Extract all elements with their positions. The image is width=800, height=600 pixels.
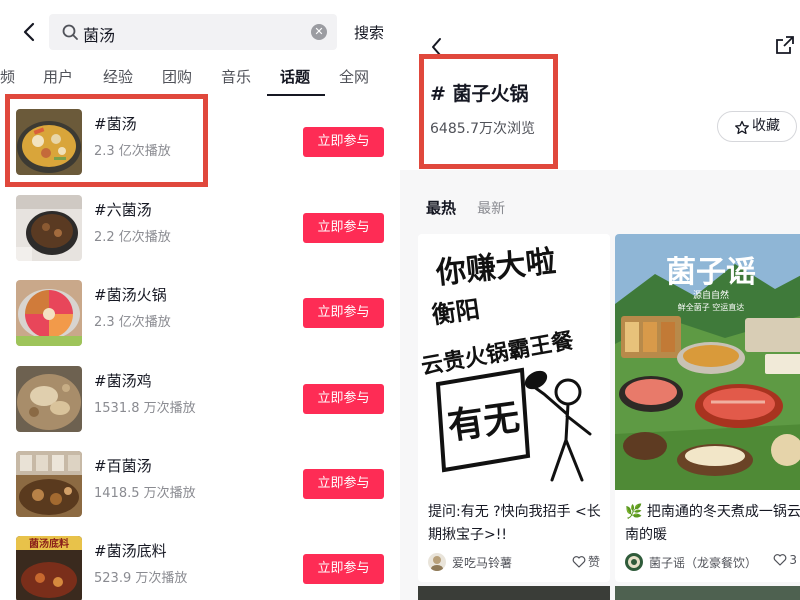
topic-result-item[interactable]: #菌汤火锅 2.3 亿次播放 立即参与: [0, 271, 400, 357]
sort-hot-tab[interactable]: 最热: [426, 199, 456, 217]
join-button[interactable]: 立即参与: [303, 213, 384, 243]
heart-icon: [773, 554, 787, 566]
next-video-card-preview[interactable]: [418, 586, 610, 600]
sort-new-tab[interactable]: 最新: [477, 201, 505, 217]
search-icon: [61, 23, 79, 41]
highlight-box: [419, 54, 558, 169]
topic-thumbnail: 菌汤底料: [16, 536, 82, 600]
topic-title: #菌汤底料: [94, 542, 167, 560]
like-count: 赞: [587, 555, 600, 569]
like-count: 3: [789, 553, 797, 567]
video-cover: 菌子谣 源自自然 鲜全菌子 空运直达: [615, 234, 800, 490]
author-name[interactable]: 菌子谣（龙豪餐饮）: [649, 554, 757, 571]
video-caption: 🌿 把南通的冬天煮成一锅云南的暖: [625, 504, 800, 543]
tab-topics[interactable]: 话题: [280, 66, 310, 87]
topic-thumbnail: [16, 451, 82, 517]
topic-thumbnail: [16, 195, 82, 261]
thumb-label: 菌汤底料: [29, 537, 69, 550]
favorite-label: 收藏: [752, 118, 780, 134]
tab-experience[interactable]: 经验: [103, 66, 133, 87]
highlight-box: [5, 94, 208, 187]
topic-thumbnail: [16, 280, 82, 346]
topic-views: 1418.5 万次播放: [94, 486, 196, 501]
cover-subtitle: 源自自然: [693, 289, 729, 301]
heart-icon: [572, 556, 586, 568]
tab-all-web[interactable]: 全网: [339, 66, 369, 87]
search-results-panel: 菌汤 ✕ 搜索 频 用户 经验 团购 音乐 话题 全网 #菌汤 2.3 亿次播放…: [0, 0, 400, 600]
topic-result-item[interactable]: #菌汤鸡 1531.8 万次播放 立即参与: [0, 357, 400, 443]
search-query: 菌汤: [83, 26, 116, 45]
avatar[interactable]: [428, 553, 446, 571]
topic-title: #菌汤鸡: [94, 372, 152, 390]
tab-group-buy[interactable]: 团购: [162, 66, 192, 87]
topic-header: # 菌子火锅 6485.7万次浏览 收藏: [400, 0, 800, 170]
clear-icon[interactable]: ✕: [311, 24, 327, 40]
search-input[interactable]: 菌汤 ✕: [49, 14, 337, 50]
topic-title: #百菌汤: [94, 457, 152, 475]
tab-video[interactable]: 频: [0, 66, 15, 87]
screen: 菌汤 ✕ 搜索 频 用户 经验 团购 音乐 话题 全网 #菌汤 2.3 亿次播放…: [0, 0, 800, 600]
video-card[interactable]: 菌子谣 源自自然 鲜全菌子 空运直达 🌿 把南通的冬天煮成一锅云南的暖 菌子谣（…: [615, 234, 800, 582]
back-icon[interactable]: [18, 20, 42, 44]
search-bar: 菌汤 ✕ 搜索: [0, 12, 400, 52]
author-name[interactable]: 爱吃马铃薯: [452, 554, 512, 571]
topic-title: #六菌汤: [94, 201, 152, 219]
active-tab-indicator: [267, 94, 325, 96]
tab-users[interactable]: 用户: [43, 66, 73, 87]
author-row: 爱吃马铃薯 赞: [428, 552, 606, 572]
join-button[interactable]: 立即参与: [303, 469, 384, 499]
like-button[interactable]: 3: [773, 553, 797, 567]
cover-title: 菌子谣: [666, 255, 756, 290]
next-video-card-preview[interactable]: [615, 586, 800, 600]
avatar[interactable]: [625, 553, 643, 571]
tab-music[interactable]: 音乐: [221, 66, 251, 87]
video-card[interactable]: 你赚大啦 衡阳 云贵火锅霸王餐 有无 提问:有无 ?快向我招手 <长期揪宝子>!…: [418, 234, 610, 582]
topic-views: 523.9 万次播放: [94, 571, 188, 586]
share-icon[interactable]: [775, 35, 795, 55]
star-icon: [734, 118, 750, 135]
topic-result-item[interactable]: #百菌汤 1418.5 万次播放 立即参与: [0, 442, 400, 528]
topic-views: 2.2 亿次播放: [94, 230, 171, 245]
video-cover: 你赚大啦 衡阳 云贵火锅霸王餐 有无: [418, 234, 610, 490]
topic-result-item[interactable]: #六菌汤 2.2 亿次播放 立即参与: [0, 186, 400, 272]
topic-detail-panel: # 菌子火锅 6485.7万次浏览 收藏 最热 最新 你赚大啦 衡阳 云贵火锅霸: [400, 0, 800, 600]
topic-title: #菌汤火锅: [94, 286, 167, 304]
like-button[interactable]: 赞: [572, 553, 600, 570]
join-button[interactable]: 立即参与: [303, 554, 384, 584]
topic-views: 2.3 亿次播放: [94, 315, 171, 330]
author-row: 菌子谣（龙豪餐饮） 3: [625, 552, 800, 572]
join-button[interactable]: 立即参与: [303, 127, 384, 157]
sort-tabs: 最热 最新: [426, 197, 505, 218]
video-caption: 提问:有无 ?快向我招手 <长期揪宝子>!!: [428, 504, 601, 543]
topic-views: 1531.8 万次播放: [94, 401, 196, 416]
join-button[interactable]: 立即参与: [303, 298, 384, 328]
join-button[interactable]: 立即参与: [303, 384, 384, 414]
topic-result-item[interactable]: 菌汤底料 #菌汤底料 523.9 万次播放 立即参与: [0, 527, 400, 600]
topic-thumbnail: [16, 366, 82, 432]
tab-bar: 频 用户 经验 团购 音乐 话题 全网: [0, 62, 400, 96]
search-button[interactable]: 搜索: [354, 22, 384, 43]
cover-subtitle: 鲜全菌子 空运直达: [678, 302, 745, 312]
favorite-button[interactable]: 收藏: [717, 111, 797, 142]
